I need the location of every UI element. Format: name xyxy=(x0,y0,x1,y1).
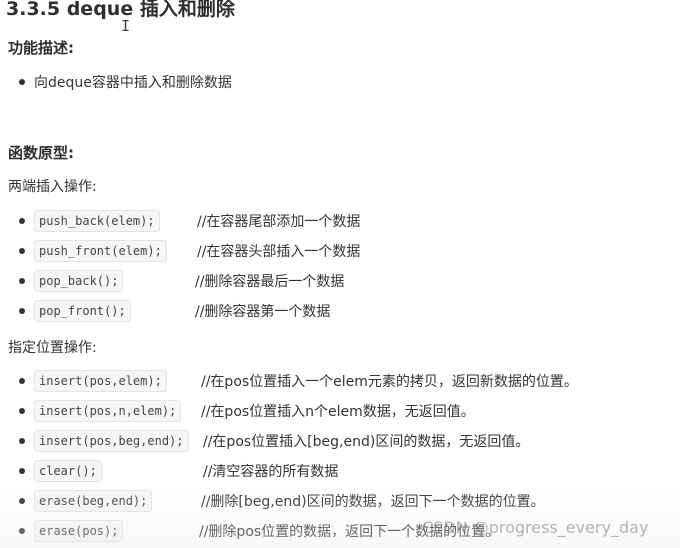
code-snippet: insert(pos,n,elem); xyxy=(34,400,182,422)
code-comment: //在容器头部插入一个数据 xyxy=(197,244,361,260)
code-snippet: insert(pos,elem); xyxy=(34,370,167,392)
bullet-icon xyxy=(19,498,25,504)
code-snippet: push_front(elem); xyxy=(34,240,167,262)
code-comment: //删除容器最后一个数据 xyxy=(195,274,345,290)
prototype-heading: 函数原型: xyxy=(8,144,74,162)
code-comment: //在pos位置插入一个elem元素的拷贝，返回新数据的位置。 xyxy=(201,374,578,390)
code-snippet: insert(pos,beg,end); xyxy=(34,430,189,452)
bullet-icon xyxy=(19,438,25,444)
code-comment: //在pos位置插入n个elem数据，无返回值。 xyxy=(201,404,475,420)
code-comment: //在容器尾部添加一个数据 xyxy=(197,214,361,230)
bullet-icon xyxy=(19,278,25,284)
document-page: 3.3.5 deque 插入和删除 I 功能描述: 向deque容器中插入和删除… xyxy=(0,0,680,548)
bullet-icon xyxy=(19,218,25,224)
section-label-position: 指定位置操作: xyxy=(8,340,97,356)
bullet-icon xyxy=(19,408,25,414)
code-snippet: pop_front(); xyxy=(34,300,131,322)
feature-heading: 功能描述: xyxy=(8,39,74,57)
bullet-icon xyxy=(19,79,25,85)
feature-item: 向deque容器中插入和删除数据 xyxy=(34,75,232,91)
code-comment: //清空容器的所有数据 xyxy=(203,464,339,480)
bullet-icon xyxy=(19,248,25,254)
code-comment: //删除[beg,end)区间的数据，返回下一个数据的位置。 xyxy=(201,494,545,510)
code-comment: //删除容器第一个数据 xyxy=(195,304,331,320)
code-snippet: erase(pos); xyxy=(34,520,124,542)
code-snippet: erase(beg,end); xyxy=(34,490,153,512)
bullet-icon xyxy=(19,528,25,534)
bullet-icon xyxy=(19,468,25,474)
bullet-icon xyxy=(19,378,25,384)
code-comment: //在pos位置插入[beg,end)区间的数据，无返回值。 xyxy=(203,434,530,450)
text-cursor-icon: I xyxy=(121,17,131,35)
watermark: CSDN @progress_every_day xyxy=(422,518,649,537)
bullet-icon xyxy=(19,308,25,314)
code-snippet: push_back(elem); xyxy=(34,210,160,232)
section-label-ends: 两端插入操作: xyxy=(8,179,97,195)
code-snippet: pop_back(); xyxy=(34,270,124,292)
code-snippet: clear(); xyxy=(34,460,102,482)
